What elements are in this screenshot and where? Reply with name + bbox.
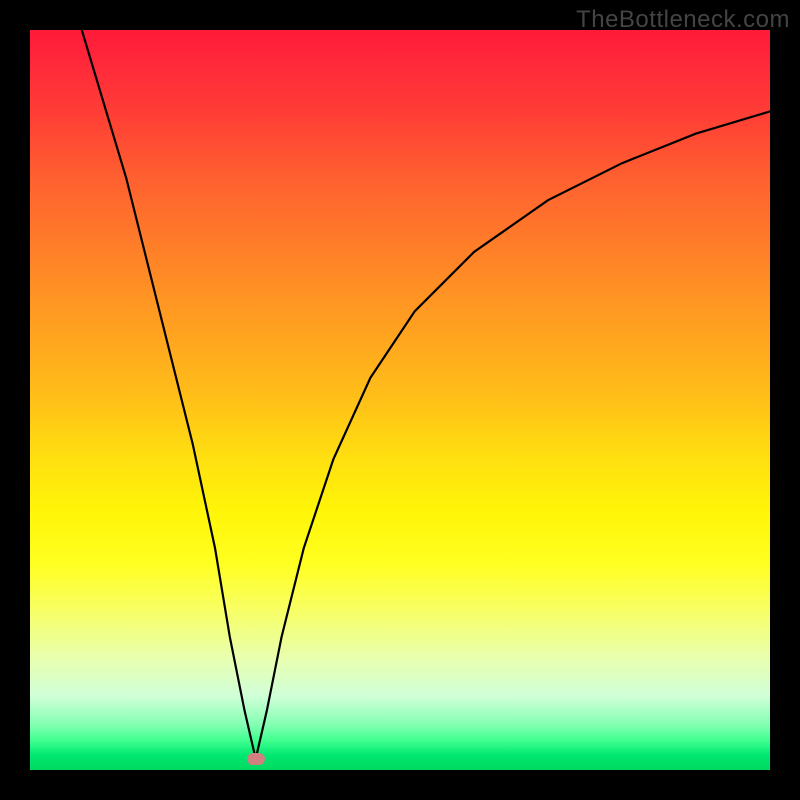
optimal-point-marker: [247, 753, 265, 765]
watermark-text: TheBottleneck.com: [576, 6, 790, 34]
bottleneck-curve: [30, 30, 770, 770]
chart-area: [30, 30, 770, 770]
